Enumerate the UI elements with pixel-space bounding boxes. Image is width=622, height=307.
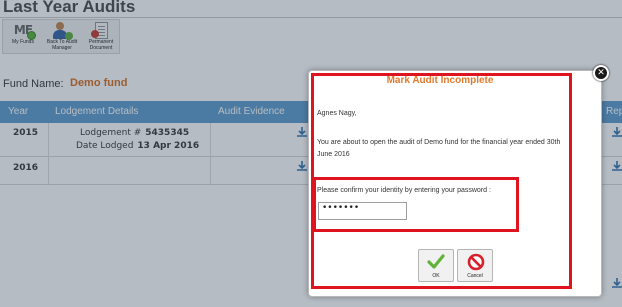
highlight-box-password (313, 177, 519, 232)
close-icon[interactable]: ✕ (593, 65, 609, 81)
